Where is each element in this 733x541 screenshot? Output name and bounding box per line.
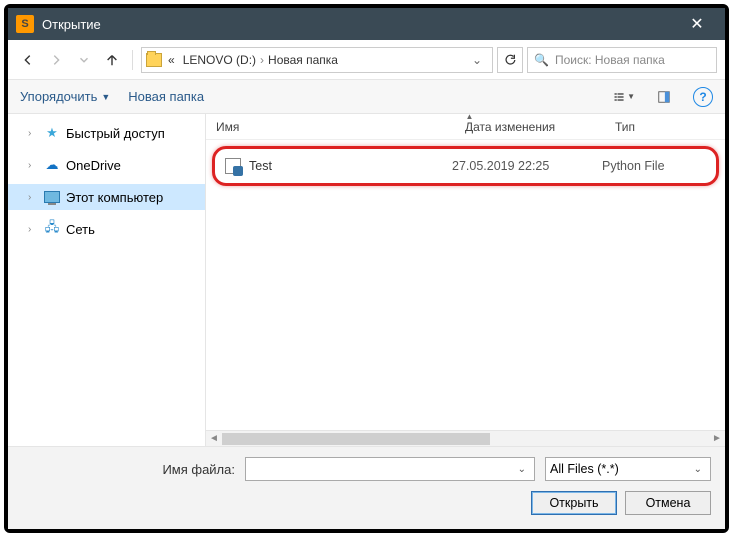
file-type-filter[interactable]: All Files (*.*) ⌄ [545, 457, 711, 481]
column-header-date[interactable]: Дата изменения [465, 120, 615, 134]
new-folder-button[interactable]: Новая папка [128, 89, 204, 104]
open-button[interactable]: Открыть [531, 491, 617, 515]
file-date: 27.05.2019 22:25 [452, 159, 602, 173]
open-dialog: S Открытие ✕ « LENOVO (D:) › Новая папка… [4, 4, 729, 533]
search-icon: 🔍 [534, 53, 549, 67]
pc-icon [44, 189, 60, 205]
sidebar-item-label: Этот компьютер [66, 190, 163, 205]
sidebar-item-onedrive[interactable]: › ☁ OneDrive [8, 152, 205, 178]
expand-icon[interactable]: › [28, 128, 38, 139]
file-type: Python File [602, 159, 712, 173]
onedrive-icon: ☁ [44, 157, 60, 173]
chevron-down-icon: ▼ [101, 92, 110, 102]
sidebar-item-this-pc[interactable]: › Этот компьютер [8, 184, 205, 210]
horizontal-scrollbar[interactable]: ◄ ► [206, 430, 725, 446]
filename-input[interactable]: ⌄ [245, 457, 535, 481]
expand-icon[interactable]: › [28, 192, 38, 203]
window-title: Открытие [42, 17, 101, 32]
chevron-down-icon[interactable]: ⌄ [690, 464, 706, 475]
sidebar-item-label: Сеть [66, 222, 95, 237]
expand-icon[interactable]: › [28, 160, 38, 171]
forward-button[interactable] [44, 48, 68, 72]
quick-access-icon: ★ [44, 125, 60, 141]
dialog-footer: Имя файла: ⌄ All Files (*.*) ⌄ Открыть О… [8, 446, 725, 529]
file-row[interactable]: Test 27.05.2019 22:25 Python File [219, 153, 712, 179]
close-button[interactable]: ✕ [677, 14, 717, 34]
address-bar: « LENOVO (D:) › Новая папка ⌄ 🔍 Поиск: Н… [8, 40, 725, 80]
sort-asc-icon: ▲ [466, 114, 474, 121]
up-button[interactable] [100, 48, 124, 72]
breadcrumb-part[interactable]: LENOVO (D:) [183, 53, 256, 67]
dialog-body: › ★ Быстрый доступ › ☁ OneDrive › Этот к… [8, 114, 725, 446]
column-header-name[interactable]: Имя [216, 120, 465, 134]
chevron-right-icon: › [260, 53, 264, 67]
preview-pane-button[interactable] [653, 87, 675, 107]
network-icon: 🖧 [44, 221, 60, 237]
python-file-icon [225, 158, 241, 174]
search-placeholder: Поиск: Новая папка [555, 53, 665, 67]
filter-value: All Files (*.*) [550, 462, 619, 476]
sidebar-item-label: OneDrive [66, 158, 121, 173]
cancel-button[interactable]: Отмена [625, 491, 711, 515]
expand-icon[interactable]: › [28, 224, 38, 235]
view-options-button[interactable]: ▼ [613, 87, 635, 107]
refresh-button[interactable] [497, 47, 523, 73]
back-button[interactable] [16, 48, 40, 72]
folder-icon [146, 53, 162, 67]
sidebar-item-quick-access[interactable]: › ★ Быстрый доступ [8, 120, 205, 146]
scrollbar-thumb[interactable] [222, 433, 490, 445]
chevron-down-icon[interactable]: ⌄ [514, 464, 530, 475]
breadcrumb[interactable]: « LENOVO (D:) › Новая папка ⌄ [141, 47, 493, 73]
help-button[interactable]: ? [693, 87, 713, 107]
titlebar: S Открытие ✕ [8, 8, 725, 40]
column-headers: Имя ▲ Дата изменения Тип [206, 114, 725, 140]
column-header-type[interactable]: Тип [615, 120, 725, 134]
app-icon: S [16, 15, 34, 33]
breadcrumb-dropdown[interactable]: ⌄ [466, 53, 488, 67]
search-input[interactable]: 🔍 Поиск: Новая папка [527, 47, 717, 73]
file-name: Test [249, 159, 452, 173]
scroll-right-icon[interactable]: ► [709, 433, 725, 444]
scroll-left-icon[interactable]: ◄ [206, 433, 222, 444]
toolbar: Упорядочить▼ Новая папка ▼ ? [8, 80, 725, 114]
file-list-area: Имя ▲ Дата изменения Тип Test 27.05.2019… [206, 114, 725, 446]
breadcrumb-part[interactable]: Новая папка [268, 53, 338, 67]
recent-locations-button[interactable] [72, 48, 96, 72]
highlight-annotation: Test 27.05.2019 22:25 Python File [212, 146, 719, 186]
sidebar: › ★ Быстрый доступ › ☁ OneDrive › Этот к… [8, 114, 206, 446]
sidebar-item-network[interactable]: › 🖧 Сеть [8, 216, 205, 242]
sidebar-item-label: Быстрый доступ [66, 126, 165, 141]
filename-label: Имя файла: [85, 462, 235, 477]
breadcrumb-root: « [168, 53, 175, 67]
organize-menu[interactable]: Упорядочить▼ [20, 89, 110, 104]
